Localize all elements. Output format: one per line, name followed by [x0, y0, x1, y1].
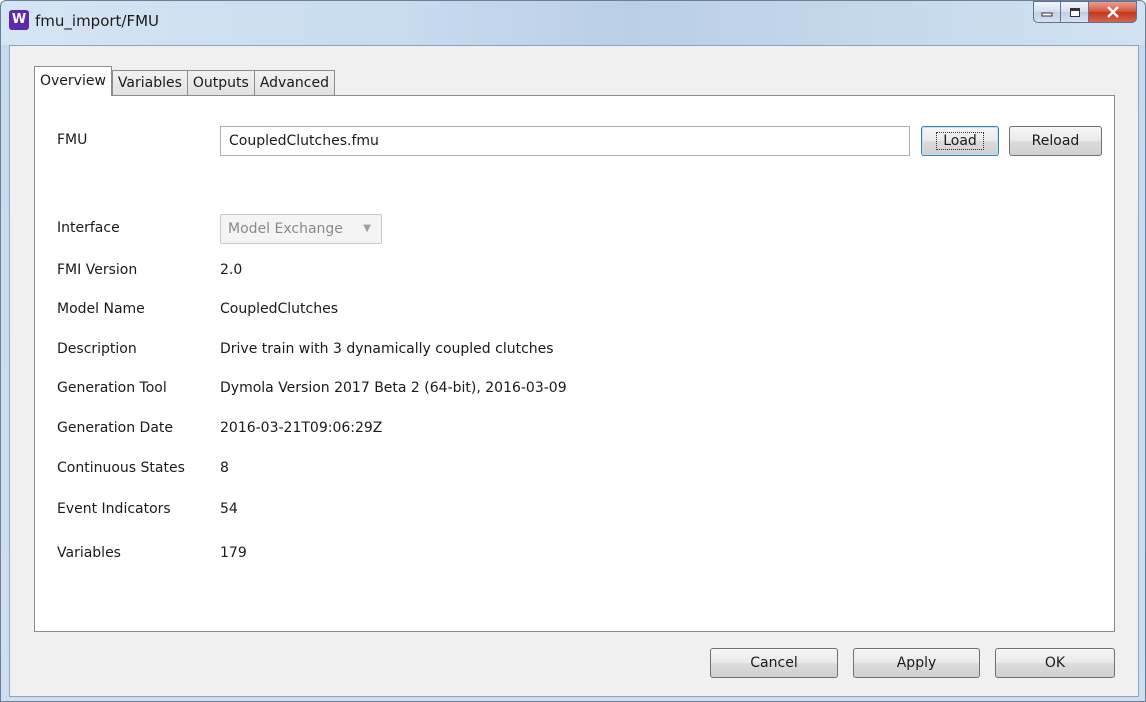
tab-variables[interactable]: Variables — [111, 70, 188, 96]
description-value: Drive train with 3 dynamically coupled c… — [220, 341, 554, 357]
title-bar[interactable]: W fmu_import/FMU — [1, 1, 1145, 45]
load-button[interactable]: Load — [921, 126, 999, 156]
fmi-version-label: FMI Version — [57, 262, 138, 278]
model-name-label: Model Name — [57, 301, 145, 317]
wave-icon: W — [9, 10, 29, 30]
interface-select[interactable]: Model Exchange ▼ — [220, 214, 382, 244]
model-name-value: CoupledClutches — [220, 301, 338, 317]
continuous-states-label: Continuous States — [57, 460, 185, 476]
tab-overview[interactable]: Overview — [34, 66, 112, 96]
close-button[interactable] — [1089, 1, 1137, 23]
close-icon — [1106, 6, 1119, 18]
cancel-button[interactable]: Cancel — [710, 648, 838, 678]
event-indicators-value: 54 — [220, 501, 238, 517]
dialog-client-area: Overview Variables Outputs Advanced FMU … — [9, 45, 1139, 697]
variables-value: 179 — [220, 545, 247, 561]
overview-panel: FMU CoupledClutches.fmu Load Reload Inte… — [34, 95, 1115, 632]
fmu-path-input[interactable]: CoupledClutches.fmu — [220, 126, 910, 156]
window-title: fmu_import/FMU — [35, 12, 160, 30]
load-button-label: Load — [936, 132, 984, 150]
reload-button[interactable]: Reload — [1009, 126, 1102, 156]
window-controls — [1033, 1, 1137, 23]
tab-outputs[interactable]: Outputs — [186, 70, 255, 96]
fmu-label: FMU — [57, 132, 88, 148]
generation-tool-value: Dymola Version 2017 Beta 2 (64-bit), 201… — [220, 380, 567, 396]
generation-date-value: 2016-03-21T09:06:29Z — [220, 420, 383, 436]
minimize-icon — [1041, 12, 1053, 17]
variables-label: Variables — [57, 545, 121, 561]
ok-button[interactable]: OK — [995, 648, 1115, 678]
dialog-window: W fmu_import/FMU Overview Variables Outp… — [0, 0, 1146, 702]
fmi-version-value: 2.0 — [220, 262, 243, 278]
interface-select-value: Model Exchange — [228, 221, 343, 237]
maximize-button[interactable] — [1061, 1, 1089, 23]
event-indicators-label: Event Indicators — [57, 501, 171, 517]
generation-tool-label: Generation Tool — [57, 380, 167, 396]
chevron-down-icon: ▼ — [363, 223, 371, 234]
tab-bar: Overview Variables Outputs Advanced — [34, 66, 335, 96]
generation-date-label: Generation Date — [57, 420, 174, 436]
description-label: Description — [57, 341, 137, 357]
interface-label: Interface — [57, 220, 120, 236]
minimize-button[interactable] — [1033, 1, 1061, 23]
continuous-states-value: 8 — [220, 460, 229, 476]
apply-button[interactable]: Apply — [853, 648, 980, 678]
maximize-icon — [1069, 7, 1080, 17]
tab-advanced[interactable]: Advanced — [253, 70, 335, 96]
